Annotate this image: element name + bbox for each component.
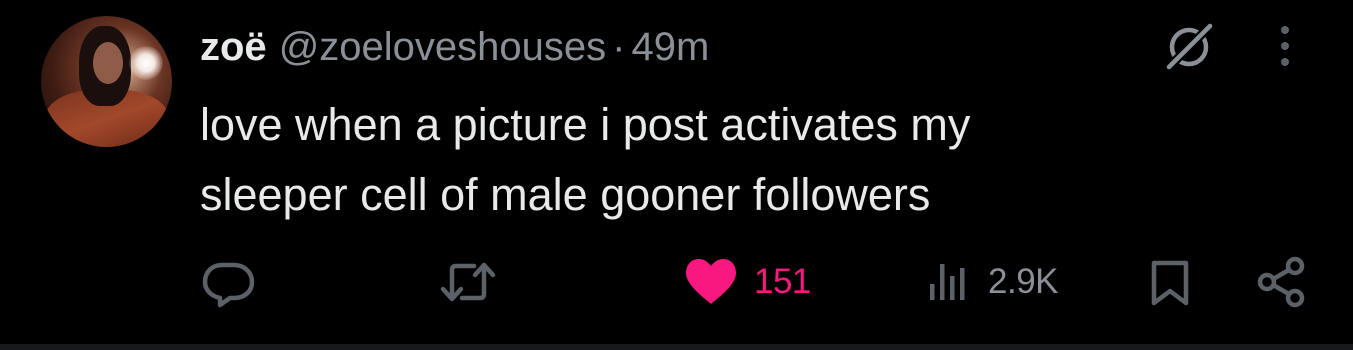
tweet-text: love when a picture i post activates my … (200, 90, 1200, 230)
tweet-divider (0, 344, 1353, 350)
display-name[interactable]: zoë (200, 22, 267, 72)
avatar[interactable] (41, 16, 172, 147)
views-button[interactable]: 2.9K (926, 254, 1059, 310)
retweet-arrows-icon (438, 254, 498, 310)
timestamp[interactable]: 49m (631, 22, 709, 72)
reply-bubble-icon (200, 254, 256, 310)
share-button[interactable] (1254, 254, 1310, 310)
bookmark-icon (1146, 254, 1194, 310)
retweet-button[interactable] (438, 254, 498, 310)
share-nodes-icon (1254, 254, 1310, 310)
separator-dot: · (612, 25, 626, 69)
tweet-text-line: sleeper cell of male gooner followers (200, 169, 931, 220)
heart-filled-icon (682, 254, 740, 310)
bookmark-button[interactable] (1146, 254, 1194, 310)
like-count: 151 (754, 262, 811, 301)
avatar-camera-flash (129, 46, 163, 80)
like-button[interactable]: 151 (682, 254, 811, 310)
tweet-header: zoë @zoeloveshouses · 49m (200, 22, 709, 72)
views-count: 2.9K (988, 262, 1059, 301)
tweet-card[interactable]: zoë @zoeloveshouses · 49m love when a pi… (0, 0, 1353, 344)
more-vertical-icon[interactable] (1270, 18, 1300, 74)
user-handle[interactable]: @zoeloveshouses (279, 22, 606, 72)
reply-button[interactable] (200, 254, 256, 310)
bar-chart-icon (926, 254, 974, 310)
avatar-face (93, 42, 123, 84)
grok-icon[interactable] (1158, 18, 1220, 74)
tweet-text-line: love when a picture i post activates my (200, 99, 971, 150)
